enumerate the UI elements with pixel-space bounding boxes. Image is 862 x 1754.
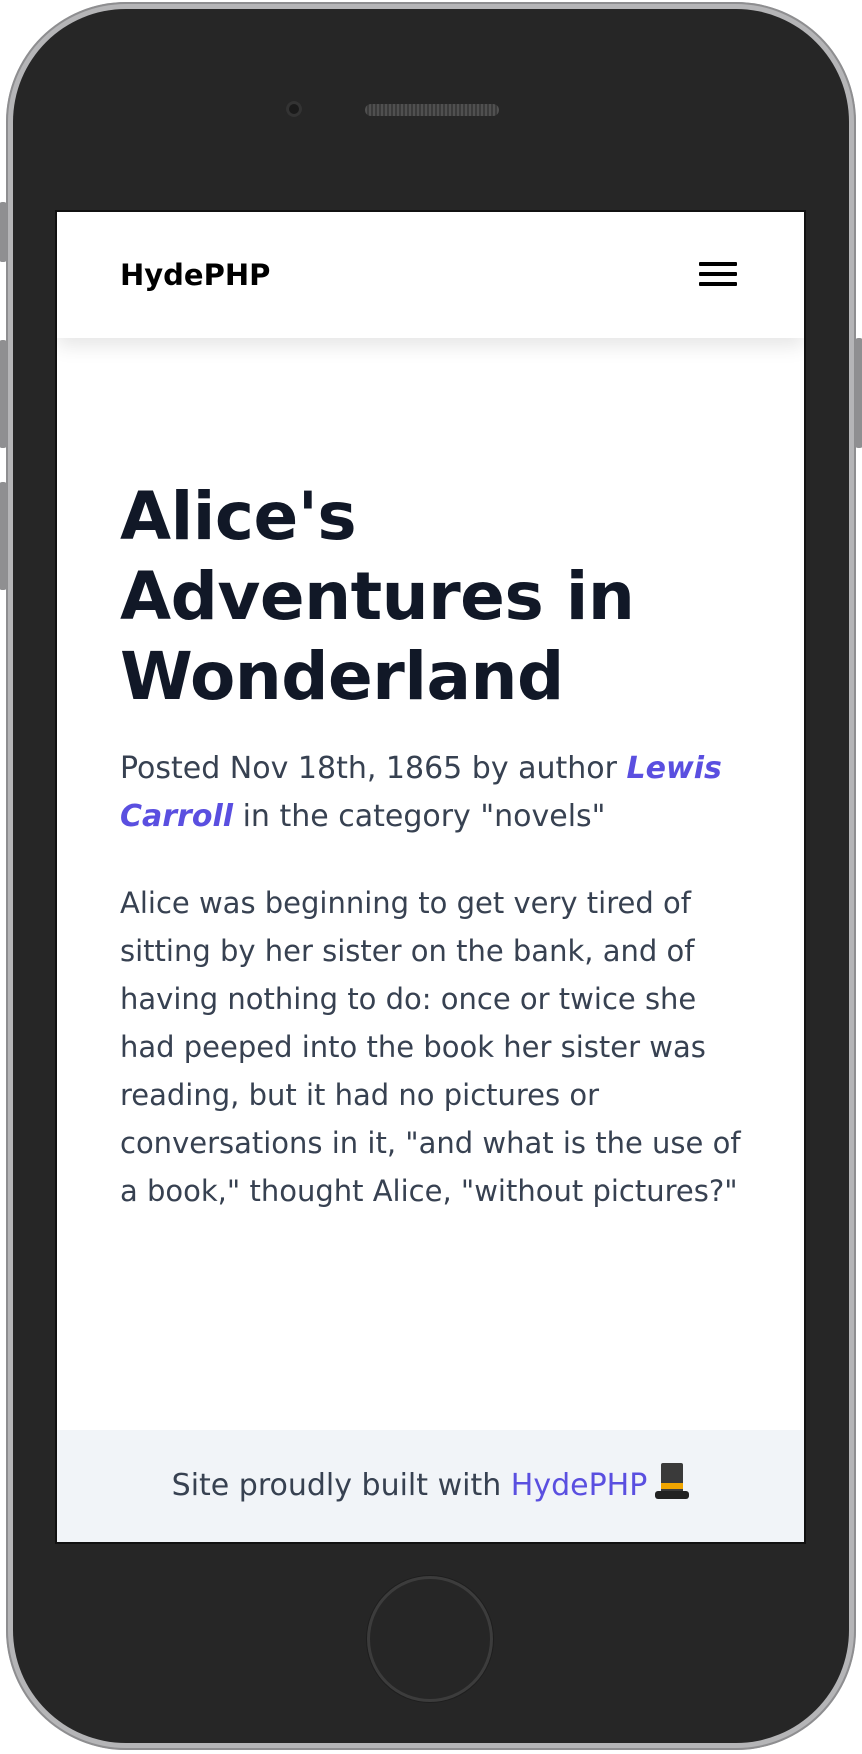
front-camera-icon — [286, 101, 302, 117]
volume-up-button — [0, 340, 7, 448]
hydephp-link[interactable]: HydePHP — [511, 1468, 648, 1503]
top-hat-icon — [655, 1463, 690, 1501]
post-meta-prefix: Posted Nov 18th, 1865 by author — [120, 751, 627, 786]
navbar: HydePHP — [57, 212, 804, 338]
footer-text: Site proudly built with — [171, 1468, 511, 1503]
earpiece-speaker — [365, 104, 499, 116]
site-brand-link[interactable]: HydePHP — [120, 258, 270, 292]
volume-down-button — [0, 482, 7, 590]
post-body: Alice was beginning to get very tired of… — [120, 886, 741, 1208]
hamburger-menu-icon[interactable] — [699, 262, 737, 288]
post-meta: Posted Nov 18th, 1865 by author Lewis Ca… — [120, 745, 750, 841]
home-button[interactable] — [367, 1576, 493, 1702]
post-title: Alice's Adventures in Wonderland — [120, 478, 635, 715]
power-button — [855, 338, 862, 448]
menu-line — [699, 262, 737, 266]
device-screen: HydePHP Alice's Adventures in Wonderland… — [55, 210, 806, 1544]
mute-switch — [0, 202, 7, 262]
blog-post: Alice's Adventures in Wonderland Posted … — [120, 477, 750, 1215]
site-footer: Site proudly built with HydePHP — [57, 1430, 804, 1542]
menu-line — [699, 282, 737, 286]
post-meta-suffix: in the category "novels" — [233, 799, 606, 834]
menu-line — [699, 272, 737, 276]
